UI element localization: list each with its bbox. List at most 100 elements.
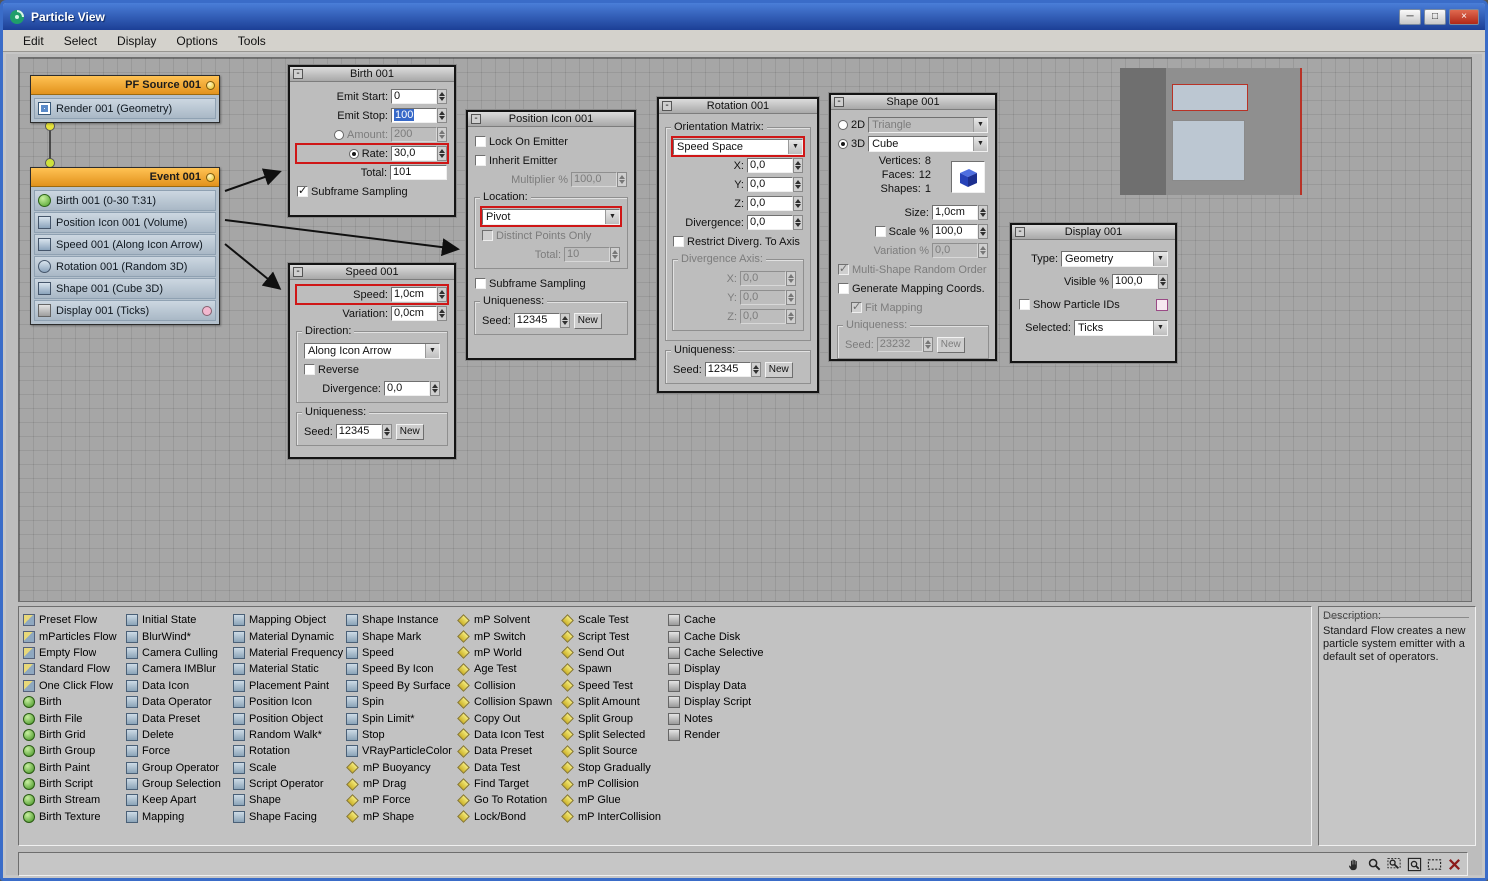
- variation-field[interactable]: 0,0cm: [391, 306, 437, 321]
- event-item-rotation[interactable]: Rotation 001 (Random 3D): [34, 256, 216, 277]
- region-select-tool-icon[interactable]: [1425, 855, 1443, 873]
- depot-item[interactable]: mP World: [457, 645, 561, 661]
- menu-edit[interactable]: Edit: [13, 31, 54, 51]
- spinner[interactable]: [1158, 274, 1168, 289]
- show-ids-checkbox[interactable]: [1019, 299, 1030, 310]
- restrict-diverg-checkbox[interactable]: [673, 236, 684, 247]
- event-item-birth[interactable]: Birth 001 (0-30 T:31): [34, 190, 216, 211]
- depot-item[interactable]: Delete: [126, 727, 233, 743]
- spinner[interactable]: [610, 247, 620, 262]
- axis-y-field[interactable]: 0,0: [740, 290, 786, 305]
- amount-radio[interactable]: [334, 130, 344, 140]
- rotation-panel-title[interactable]: - Rotation 001: [659, 99, 817, 114]
- spinner[interactable]: [786, 271, 796, 286]
- visible-field[interactable]: 100,0: [1112, 274, 1158, 289]
- direction-dropdown[interactable]: Along Icon Arrow ▼: [304, 343, 440, 359]
- event-canvas[interactable]: PF Source 001 Render 001 (Geometry) Even…: [18, 57, 1472, 602]
- emit-stop-field[interactable]: 100: [391, 108, 437, 123]
- depot-item[interactable]: Data Operator: [126, 694, 233, 710]
- seed-field[interactable]: 23232: [877, 337, 923, 352]
- total-field[interactable]: 10: [564, 247, 610, 262]
- z-field[interactable]: 0,0: [747, 196, 793, 211]
- depot-item[interactable]: Cache: [668, 612, 768, 628]
- depot-item[interactable]: Birth Script: [23, 776, 126, 792]
- menu-options[interactable]: Options: [166, 31, 227, 51]
- depot-item[interactable]: Script Test: [561, 628, 668, 644]
- depot-item[interactable]: Collision: [457, 678, 561, 694]
- depot-item[interactable]: mP Buoyancy: [346, 760, 457, 776]
- depot-item[interactable]: mP Collision: [561, 776, 668, 792]
- shape-2d-dropdown[interactable]: Triangle ▼: [868, 117, 988, 133]
- depot-item[interactable]: Render: [668, 727, 768, 743]
- spinner[interactable]: [437, 89, 447, 104]
- collapse-icon[interactable]: -: [834, 97, 844, 107]
- depot-item[interactable]: mP Switch: [457, 628, 561, 644]
- spinner[interactable]: [793, 215, 803, 230]
- depot-item[interactable]: mP Glue: [561, 792, 668, 808]
- spinner[interactable]: [437, 146, 447, 161]
- depot-item[interactable]: Material Static: [233, 661, 346, 677]
- spinner[interactable]: [978, 205, 988, 220]
- depot-item[interactable]: Script Operator: [233, 776, 346, 792]
- shape-3d-radio[interactable]: [838, 139, 848, 149]
- depot-item[interactable]: Group Operator: [126, 760, 233, 776]
- depot-item[interactable]: Split Selected: [561, 727, 668, 743]
- depot-item[interactable]: Split Amount: [561, 694, 668, 710]
- new-seed-button[interactable]: New: [574, 313, 602, 329]
- event-item-shape[interactable]: Shape 001 (Cube 3D): [34, 278, 216, 299]
- y-field[interactable]: 0,0: [747, 177, 793, 192]
- divergence-field[interactable]: 0,0: [384, 381, 430, 396]
- maximize-button[interactable]: □: [1424, 9, 1446, 25]
- birth-panel-title[interactable]: - Birth 001: [290, 67, 454, 82]
- x-field[interactable]: 0,0: [747, 158, 793, 173]
- orientation-matrix-dropdown[interactable]: Speed Space ▼: [673, 139, 803, 155]
- selected-dropdown[interactable]: Ticks ▼: [1074, 320, 1168, 336]
- zoom-extents-tool-icon[interactable]: [1405, 855, 1423, 873]
- depot-item[interactable]: Scale: [233, 760, 346, 776]
- depot-item[interactable]: Speed: [346, 645, 457, 661]
- depot-item[interactable]: Spin Limit*: [346, 710, 457, 726]
- depot-item[interactable]: Notes: [668, 710, 768, 726]
- rate-radio[interactable]: [349, 149, 359, 159]
- depot-item[interactable]: Birth Stream: [23, 792, 126, 808]
- menu-display[interactable]: Display: [107, 31, 166, 51]
- depot-item[interactable]: Initial State: [126, 612, 233, 628]
- variation-field[interactable]: 0,0: [932, 243, 978, 258]
- spinner[interactable]: [430, 381, 440, 396]
- depot-item[interactable]: Send Out: [561, 645, 668, 661]
- depot-item[interactable]: Collision Spawn: [457, 694, 561, 710]
- position-panel-title[interactable]: - Position Icon 001: [468, 112, 634, 127]
- depot-item[interactable]: Birth File: [23, 710, 126, 726]
- type-dropdown[interactable]: Geometry ▼: [1061, 251, 1168, 267]
- depot-item[interactable]: Split Group: [561, 710, 668, 726]
- mapping-coords-checkbox[interactable]: [838, 283, 849, 294]
- spinner[interactable]: [437, 306, 447, 321]
- event-item-display[interactable]: Display 001 (Ticks): [34, 300, 216, 321]
- id-color-swatch[interactable]: [1156, 299, 1168, 311]
- depot-item[interactable]: Material Dynamic: [233, 628, 346, 644]
- depot-item[interactable]: Shape: [233, 792, 346, 808]
- distinct-points-checkbox[interactable]: [482, 230, 493, 241]
- cancel-tool-icon[interactable]: [1445, 855, 1463, 873]
- scale-field[interactable]: 100,0: [932, 224, 978, 239]
- depot-item[interactable]: Data Preset: [457, 743, 561, 759]
- depot-item[interactable]: Data Icon: [126, 678, 233, 694]
- depot-item[interactable]: Standard Flow: [23, 661, 126, 677]
- depot-item[interactable]: Material Frequency: [233, 645, 346, 661]
- shape-panel-title[interactable]: - Shape 001: [831, 95, 995, 110]
- speed-panel-title[interactable]: - Speed 001: [290, 265, 454, 280]
- axis-z-field[interactable]: 0,0: [740, 309, 786, 324]
- event-node[interactable]: Event 001 Birth 001 (0-30 T:31)Position …: [30, 167, 220, 325]
- collapse-icon[interactable]: -: [1015, 227, 1025, 237]
- depot-item[interactable]: Data Icon Test: [457, 727, 561, 743]
- depot-item[interactable]: Cache Disk: [668, 628, 768, 644]
- spinner[interactable]: [617, 172, 627, 187]
- size-field[interactable]: 1,0cm: [932, 205, 978, 220]
- spinner[interactable]: [786, 309, 796, 324]
- depot-item[interactable]: Cache Selective: [668, 645, 768, 661]
- multiplier-field[interactable]: 100,0: [571, 172, 617, 187]
- shape-2d-radio[interactable]: [838, 120, 848, 130]
- speed-field[interactable]: 1,0cm: [391, 287, 437, 302]
- multishape-checkbox[interactable]: [838, 264, 849, 275]
- amount-field[interactable]: 200: [391, 127, 437, 142]
